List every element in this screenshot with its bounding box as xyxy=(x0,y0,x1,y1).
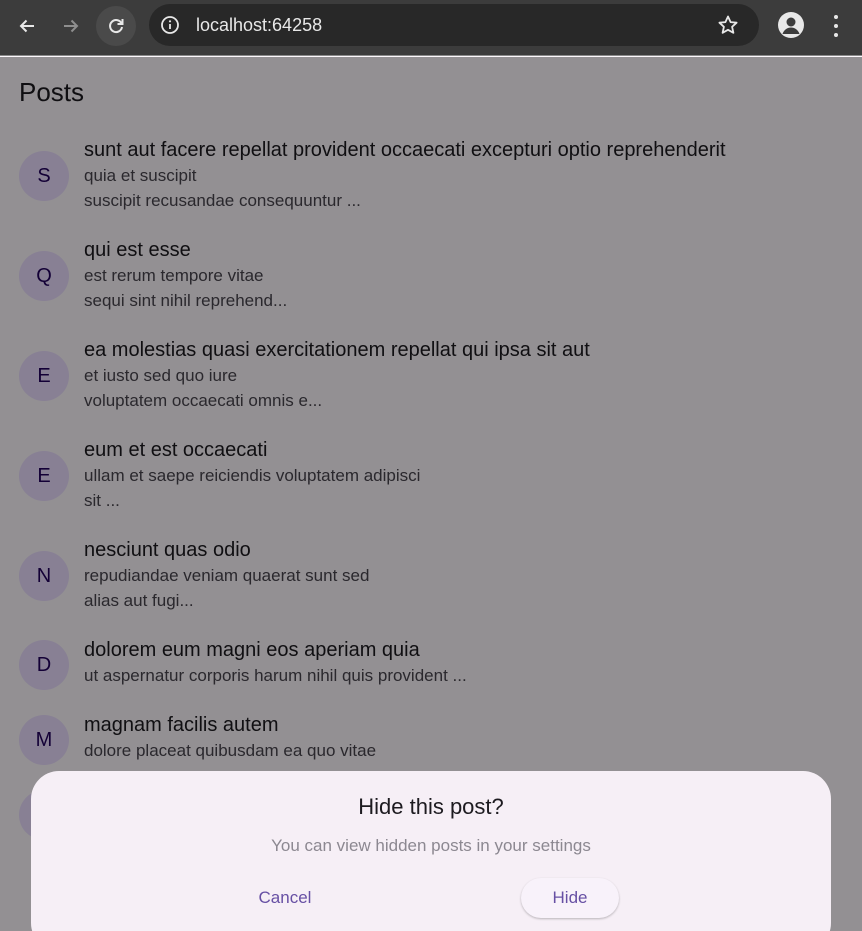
sheet-title: Hide this post? xyxy=(358,794,504,819)
forward-button[interactable] xyxy=(51,6,91,46)
profile-icon[interactable] xyxy=(778,12,804,38)
back-arrow-icon xyxy=(19,19,34,33)
forward-arrow-icon xyxy=(64,19,79,33)
bookmark-star-icon[interactable] xyxy=(717,14,739,36)
address-url[interactable]: localhost:64258 xyxy=(196,15,322,35)
reload-button[interactable] xyxy=(96,6,136,46)
browser-toolbar: localhost:64258 xyxy=(0,0,862,56)
reload-icon xyxy=(109,19,124,34)
sheet-message: You can view hidden posts in your settin… xyxy=(271,836,591,855)
back-button[interactable] xyxy=(7,6,47,46)
hide-button[interactable]: Hide xyxy=(521,878,619,918)
address-bar[interactable]: localhost:64258 xyxy=(149,4,759,46)
cancel-button[interactable]: Cancel xyxy=(239,878,331,918)
hide-post-sheet: Hide this post? You can view hidden post… xyxy=(31,771,831,931)
site-info-icon[interactable] xyxy=(160,15,180,35)
more-menu-icon[interactable] xyxy=(826,12,846,40)
